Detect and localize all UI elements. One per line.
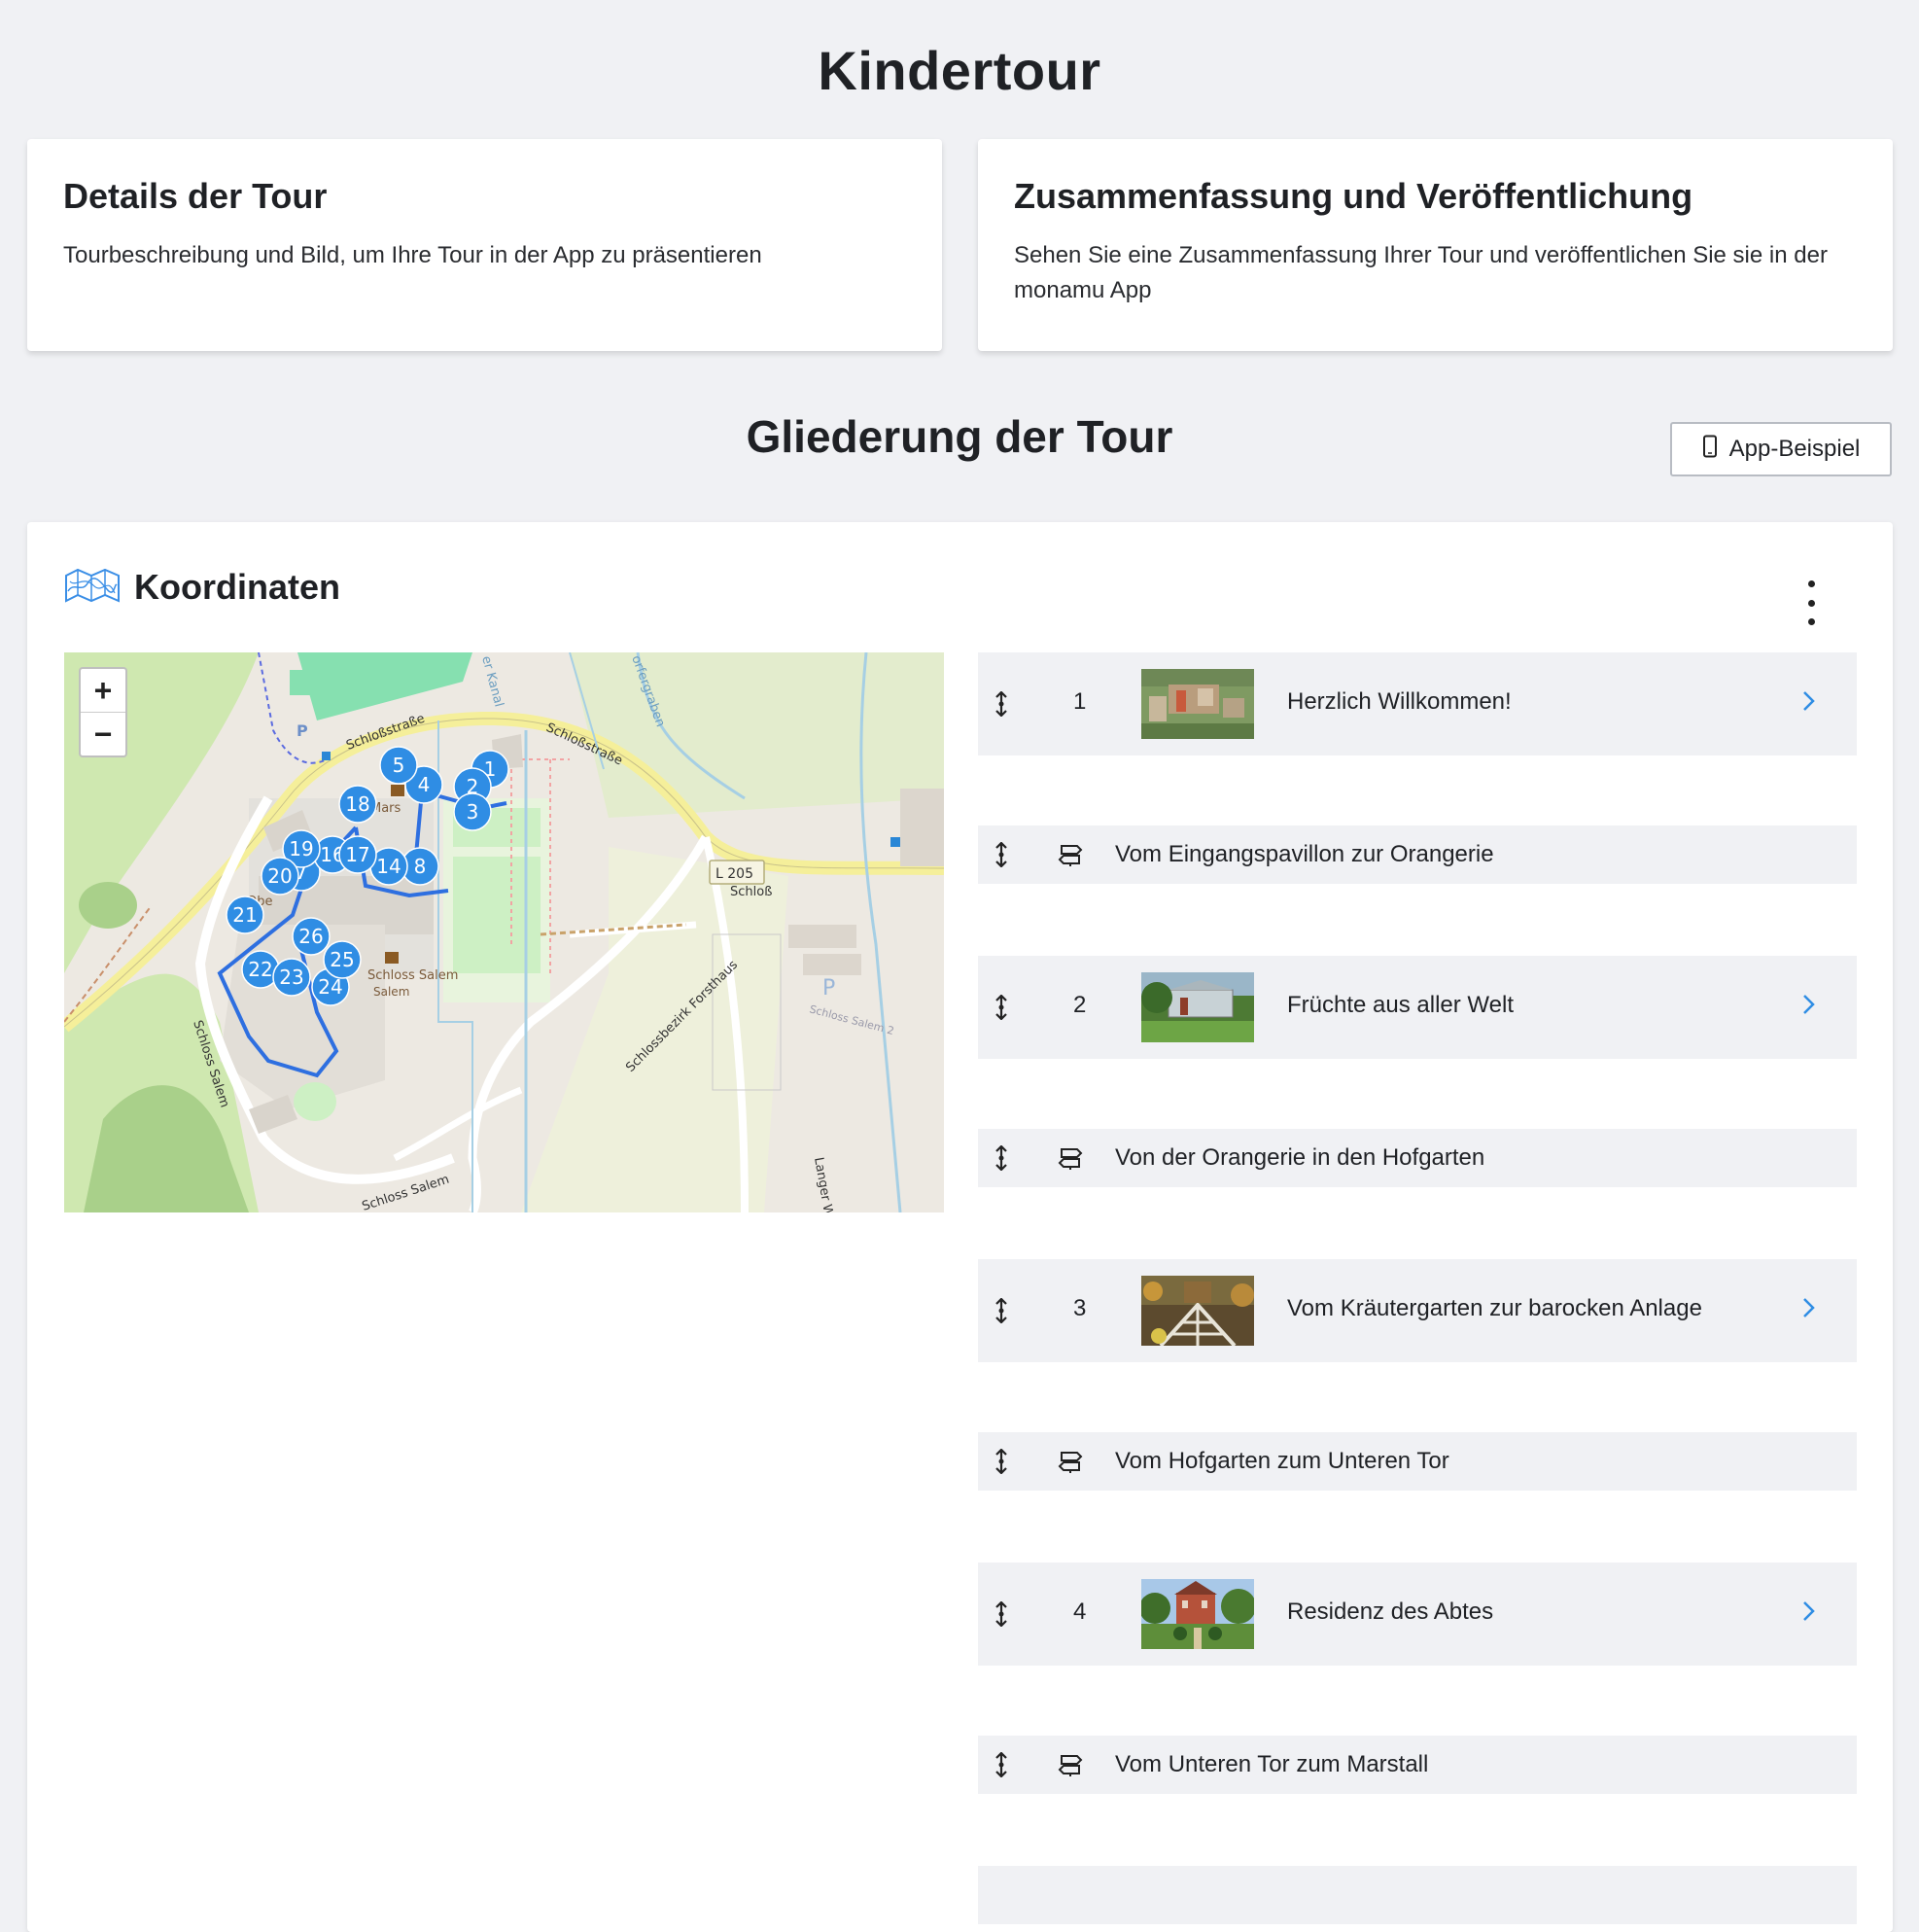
drag-handle-icon[interactable] [992,1144,1011,1176]
tour-details-card[interactable]: Details der Tour Tourbeschreibung und Bi… [27,139,942,351]
map-marker-label: 18 [345,792,369,816]
coordinates-panel: Koordinaten Schloßstraße Schloßstraße Sc… [27,522,1893,1932]
map-marker-label: 8 [414,855,427,878]
app-example-label: App-Beispiel [1728,436,1861,462]
map-marker-label: 19 [289,837,313,861]
station-row[interactable]: 1 Herzlich Willkommen! [978,652,1857,755]
station-thumbnail [1141,972,1254,1042]
route-row[interactable]: Von der Orangerie in den Hofgarten [978,1129,1857,1187]
map-marker-5[interactable]: 5 [379,746,418,785]
tour-details-title: Details der Tour [63,176,328,216]
map-marker-label: 22 [248,958,272,981]
route-title: Von der Orangerie in den Hofgarten [1115,1144,1485,1171]
tour-map[interactable]: Schloßstraße Schloßstraße Schloß Schloss… [64,652,944,1212]
station-row[interactable]: 3 Vom Kräutergarten zur barocken Anlage [978,1259,1857,1362]
signpost-icon [1058,1449,1083,1479]
tour-details-description: Tourbeschreibung und Bild, um Ihre Tour … [63,242,762,268]
summary-publish-description: Sehen Sie eine Zusammenfassung Ihrer Tou… [1014,242,1828,303]
drag-handle-icon[interactable] [992,1448,1011,1479]
drag-handle-icon[interactable] [992,1751,1011,1782]
map-marker-label: 20 [267,864,292,888]
page-title: Kindertour [818,40,1101,101]
map-canvas[interactable]: Schloßstraße Schloßstraße Schloß Schloss… [64,652,944,1212]
map-icon [64,568,121,608]
summary-publish-card[interactable]: Zusammenfassung und Veröffentlichung Seh… [978,139,1893,351]
drag-handle-icon[interactable] [992,841,1011,872]
chevron-right-icon[interactable] [1802,1599,1816,1628]
map-marker-label: 25 [330,948,354,971]
chevron-right-icon[interactable] [1802,1296,1816,1324]
route-row[interactable] [978,1866,1857,1924]
road-label-l205: L 205 [715,866,753,882]
route-row[interactable]: Vom Hofgarten zum Unteren Tor [978,1432,1857,1491]
street-label: Schloß [730,885,772,899]
route-row[interactable]: Vom Eingangspavillon zur Orangerie [978,825,1857,884]
drag-handle-icon[interactable] [992,1297,1011,1328]
svg-text:P: P [822,976,835,1001]
map-marker-label: 4 [418,773,431,796]
station-number: 1 [1073,688,1087,715]
app-example-button[interactable]: App-Beispiel [1670,422,1892,476]
station-thumbnail [1141,669,1254,739]
coordinates-header: Koordinaten [64,567,340,608]
route-title: Vom Unteren Tor zum Marstall [1115,1751,1429,1777]
station-row[interactable]: 4 Residenz des Abtes [978,1563,1857,1666]
drag-handle-icon[interactable] [992,690,1011,721]
map-marker-18[interactable]: 18 [338,785,377,824]
map-marker-label: 21 [232,903,257,927]
svg-text:Salem: Salem [373,985,409,999]
coordinates-title: Koordinaten [134,567,340,607]
more-options-icon[interactable] [1802,580,1820,625]
summary-publish-title: Zusammenfassung und Veröffentlichung [1014,176,1693,216]
map-marker-21[interactable]: 21 [226,896,264,934]
station-number: 3 [1073,1295,1087,1321]
station-title: Vom Kräutergarten zur barocken Anlage [1287,1295,1702,1321]
signpost-icon [1058,842,1083,872]
map-marker-26[interactable]: 26 [292,917,331,956]
station-title: Früchte aus aller Welt [1287,992,1514,1018]
map-marker-label: 17 [345,843,369,866]
map-marker-label: 23 [279,966,303,989]
svg-text:P: P [297,721,308,740]
map-marker-label: 5 [393,754,405,777]
smartphone-icon [1702,435,1718,465]
signpost-icon [1058,1145,1083,1176]
station-number: 4 [1073,1598,1087,1625]
zoom-control: + − [79,667,127,757]
street-label: Schloss Salem [367,968,458,983]
zoom-in-button[interactable]: + [81,669,125,713]
station-number: 2 [1073,992,1087,1018]
zoom-out-button[interactable]: − [81,713,125,755]
route-row[interactable]: Vom Unteren Tor zum Marstall [978,1736,1857,1794]
map-marker-23[interactable]: 23 [272,958,311,997]
map-marker-label: 14 [376,855,401,878]
route-title: Vom Hofgarten zum Unteren Tor [1115,1448,1449,1474]
station-thumbnail [1141,1276,1254,1346]
map-marker-label: 24 [318,975,342,999]
map-marker-label: 26 [298,925,323,948]
chevron-right-icon[interactable] [1802,689,1816,718]
signpost-icon [1058,1752,1083,1782]
route-title: Vom Eingangspavillon zur Orangerie [1115,841,1494,867]
map-marker-label: 3 [467,800,479,824]
drag-handle-icon[interactable] [992,994,1011,1025]
drag-handle-icon[interactable] [992,1600,1011,1632]
chevron-right-icon[interactable] [1802,993,1816,1021]
map-marker-25[interactable]: 25 [323,940,362,979]
station-thumbnail [1141,1579,1254,1649]
map-marker-3[interactable]: 3 [453,792,492,831]
station-title: Herzlich Willkommen! [1287,688,1512,715]
outline-title: Gliederung der Tour [746,411,1173,462]
station-row[interactable]: 2 Früchte aus aller Welt [978,956,1857,1059]
station-title: Residenz des Abtes [1287,1598,1494,1625]
map-marker-17[interactable]: 17 [338,835,377,874]
map-marker-20[interactable]: 20 [261,857,299,896]
